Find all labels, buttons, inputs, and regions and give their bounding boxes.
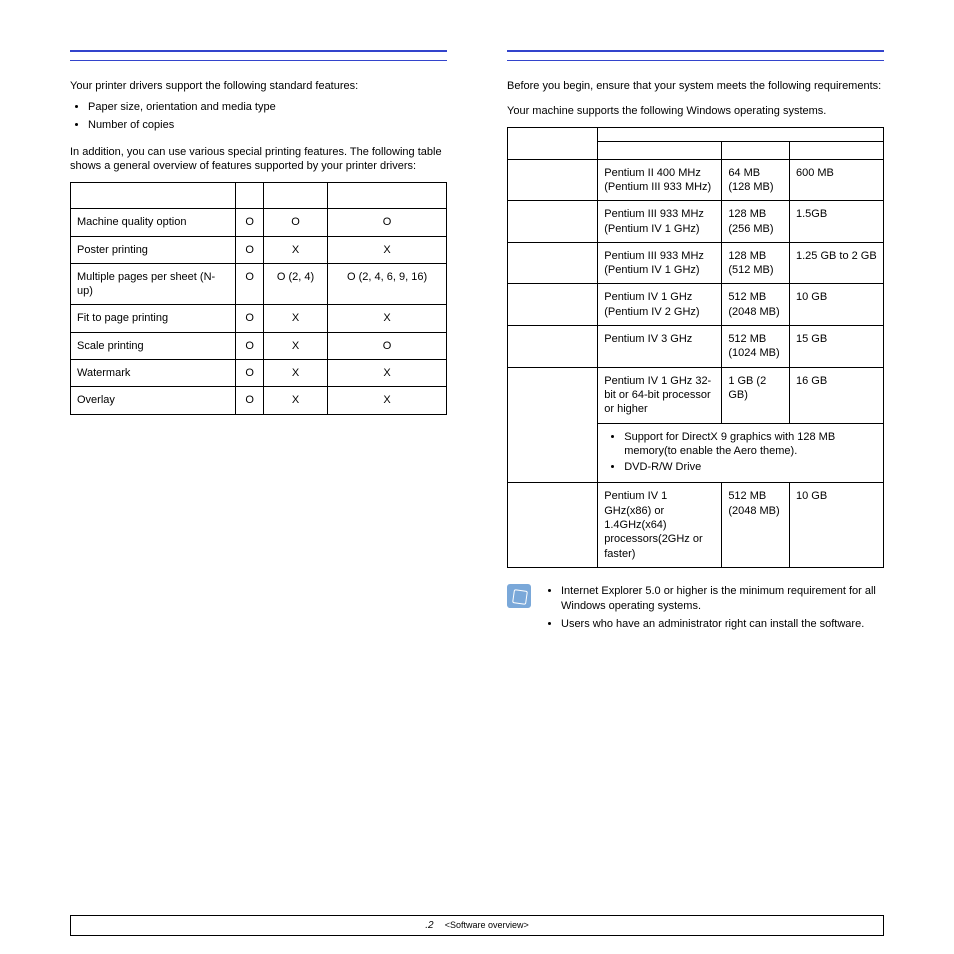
table-row: Multiple pages per sheet (N-up)OO (2, 4)… (71, 263, 447, 305)
table-row: Pentium II 400 MHz (Pentium III 933 MHz)… (508, 159, 884, 201)
section-header-right (507, 50, 884, 61)
features-table: Machine quality optionOOO Poster printin… (70, 182, 447, 414)
note-icon (507, 584, 531, 608)
table-header-row (71, 183, 447, 209)
right-column: Before you begin, ensure that your syste… (507, 50, 884, 634)
note-item: Internet Explorer 5.0 or higher is the m… (561, 584, 884, 614)
table-row: Pentium IV 1 GHz 32-bit or 64-bit proces… (508, 367, 884, 423)
page-label: <Software overview> (445, 920, 529, 930)
page-footer: .2 <Software overview> (70, 915, 884, 936)
page-content: Your printer drivers support the followi… (0, 0, 954, 664)
note-item: Support for DirectX 9 graphics with 128 … (624, 430, 877, 459)
table-row: WatermarkOXX (71, 360, 447, 387)
bullet-item: Number of copies (88, 118, 447, 133)
table-row: Pentium III 933 MHz (Pentium IV 1 GHz)12… (508, 242, 884, 284)
table-row: Machine quality optionOOO (71, 209, 447, 236)
page-number: .2 (425, 920, 433, 931)
requirements-table: Pentium II 400 MHz (Pentium III 933 MHz)… (507, 127, 884, 568)
requirements-intro: Before you begin, ensure that your syste… (507, 79, 884, 94)
table-row: Fit to page printingOXX (71, 305, 447, 332)
bullet-item: Paper size, orientation and media type (88, 100, 447, 115)
windows-support-intro: Your machine supports the following Wind… (507, 104, 884, 119)
note-bullets: Internet Explorer 5.0 or higher is the m… (545, 584, 884, 635)
left-column: Your printer drivers support the followi… (70, 50, 447, 634)
note-item: Users who have an administrator right ca… (561, 617, 884, 632)
table-header-row (508, 127, 884, 141)
driver-features-intro: Your printer drivers support the followi… (70, 79, 447, 94)
note-item: DVD-R/W Drive (624, 460, 877, 474)
section-header-left (70, 50, 447, 61)
table-row: Pentium IV 3 GHz512 MB (1024 MB)15 GB (508, 326, 884, 368)
driver-features-bullets: Paper size, orientation and media type N… (70, 100, 447, 133)
table-row: Scale printingOXO (71, 332, 447, 359)
note-block: Internet Explorer 5.0 or higher is the m… (507, 584, 884, 635)
table-row: Poster printingOXX (71, 236, 447, 263)
features-table-intro: In addition, you can use various special… (70, 145, 447, 175)
table-row: Pentium IV 1 GHz(x86) or 1.4GHz(x64) pro… (508, 483, 884, 567)
table-row: Pentium IV 1 GHz (Pentium IV 2 GHz)512 M… (508, 284, 884, 326)
table-row: OverlayOXX (71, 387, 447, 414)
table-row: Pentium III 933 MHz (Pentium IV 1 GHz)12… (508, 201, 884, 243)
